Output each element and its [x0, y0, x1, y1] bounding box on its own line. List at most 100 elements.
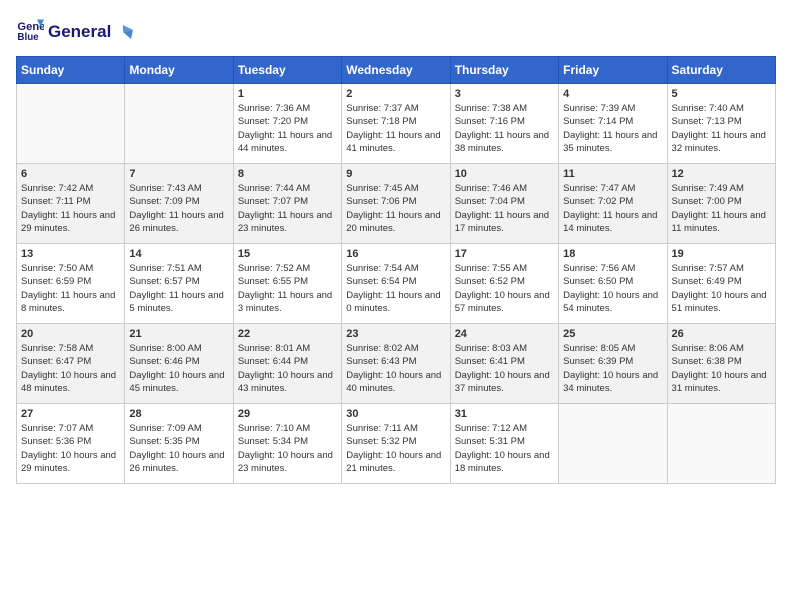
daylight-text: Daylight: 10 hours and 21 minutes. [346, 450, 441, 474]
day-info: Sunrise: 7:10 AMSunset: 5:34 PMDaylight:… [238, 422, 337, 475]
day-info: Sunrise: 8:01 AMSunset: 6:44 PMDaylight:… [238, 342, 337, 395]
daylight-text: Daylight: 11 hours and 32 minutes. [672, 130, 766, 154]
logo-bird-icon [113, 25, 133, 39]
day-number: 18 [563, 248, 662, 260]
sunrise-text: Sunrise: 7:47 AM [563, 183, 635, 194]
calendar-cell: 28 Sunrise: 7:09 AM Sunset: 5:35 PM Dayligh… [125, 404, 233, 484]
calendar-cell: 13Sunrise: 7:50 AMSunset: 6:59 PMDayligh… [17, 244, 125, 324]
day-info: Sunrise: 7:44 AMSunset: 7:07 PMDaylight:… [238, 182, 337, 235]
day-info: Sunrise: 7:47 AMSunset: 7:02 PMDaylight:… [563, 182, 662, 235]
daylight-text: Daylight: 10 hours and 23 minutes. [238, 450, 333, 474]
daylight-text: Daylight: 10 hours and 57 minutes. [455, 290, 550, 314]
sunset-text: Sunset: 7:14 PM [563, 116, 633, 127]
day-info: Sunrise: 8:03 AMSunset: 6:41 PMDaylight:… [455, 342, 554, 395]
sunset-text: Sunset: 6:39 PM [563, 356, 633, 367]
sunrise-text: Sunrise: 8:06 AM [672, 343, 744, 354]
sunrise-text: Sunrise: 7:50 AM [21, 263, 93, 274]
daylight-text: Daylight: 10 hours and 48 minutes. [21, 370, 116, 394]
calendar-cell: 14Sunrise: 7:51 AMSunset: 6:57 PMDayligh… [125, 244, 233, 324]
daylight-text: Daylight: 10 hours and 18 minutes. [455, 450, 550, 474]
sunset-text: Sunset: 6:38 PM [672, 356, 742, 367]
sunset-text: Sunset: 7:13 PM [672, 116, 742, 127]
daylight-text: Daylight: 11 hours and 29 minutes. [21, 210, 115, 234]
sunset-text: Sunset: 6:54 PM [346, 276, 416, 287]
day-info: Sunrise: 7:45 AMSunset: 7:06 PMDaylight:… [346, 182, 445, 235]
calendar-cell: 27 Sunrise: 7:07 AMSunset: 5:36 PMDayligh… [17, 404, 125, 484]
sunrise-text: Sunrise: 7:42 AM [21, 183, 93, 194]
calendar-cell: 5Sunrise: 7:40 AMSunset: 7:13 PMDaylight… [667, 84, 775, 164]
day-number: 15 [238, 248, 337, 260]
column-header-wednesday: Wednesday [342, 57, 450, 84]
day-info: Sunrise: 8:02 AMSunset: 6:43 PMDaylight:… [346, 342, 445, 395]
sunset-text: Sunset: 7:07 PM [238, 196, 308, 207]
sunrise-text: Sunrise: 8:03 AM [455, 343, 527, 354]
day-number: 3 [455, 88, 554, 100]
calendar-week-2: 6Sunrise: 7:42 AMSunset: 7:11 PMDaylight… [17, 164, 776, 244]
day-number: 27 [21, 408, 120, 420]
sunrise-text: Sunrise: 7:09 AM [129, 423, 201, 434]
daylight-text: Daylight: 10 hours and 26 minutes. [129, 450, 224, 474]
daylight-text: Daylight: 11 hours and 35 minutes. [563, 130, 657, 154]
day-number: 19 [672, 248, 771, 260]
sunset-text: Sunset: 6:47 PM [21, 356, 91, 367]
day-info: Sunrise: 7:43 AMSunset: 7:09 PMDaylight:… [129, 182, 228, 235]
sunrise-text: Sunrise: 7:07 AM [21, 423, 93, 434]
day-info: Sunrise: 7:56 AMSunset: 6:50 PMDaylight:… [563, 262, 662, 315]
sunrise-text: Sunrise: 7:40 AM [672, 103, 744, 114]
sunrise-text: Sunrise: 8:02 AM [346, 343, 418, 354]
day-info: Sunrise: 7:09 AM Sunset: 5:35 PM Daylight:… [129, 422, 228, 475]
daylight-text: Daylight: 11 hours and 11 minutes. [672, 210, 766, 234]
day-info: Sunrise: 8:00 AMSunset: 6:46 PMDaylight:… [129, 342, 228, 395]
day-number: 28 [129, 408, 228, 420]
calendar-cell: 22Sunrise: 8:01 AMSunset: 6:44 PMDayligh… [233, 324, 341, 404]
sunrise-text: Sunrise: 7:37 AM [346, 103, 418, 114]
day-info: Sunrise: 7:39 AMSunset: 7:14 PMDaylight:… [563, 102, 662, 155]
day-number: 17 [455, 248, 554, 260]
day-info: Sunrise: 7:12 AMSunset: 5:31 PMDaylight:… [455, 422, 554, 475]
day-info: Sunrise: 7:07 AMSunset: 5:36 PMDaylight:… [21, 422, 120, 475]
calendar-cell: 20 Sunrise: 7:58 AM Sunset: 6:47 PM Dayligh… [17, 324, 125, 404]
sunset-text: Sunset: 6:55 PM [238, 276, 308, 287]
calendar-cell: 21Sunrise: 8:00 AMSunset: 6:46 PMDayligh… [125, 324, 233, 404]
daylight-text: Daylight: 10 hours and 37 minutes. [455, 370, 550, 394]
day-number: 10 [455, 168, 554, 180]
calendar-cell: 1Sunrise: 7:36 AMSunset: 7:20 PMDaylight… [233, 84, 341, 164]
calendar-cell: 2Sunrise: 7:37 AMSunset: 7:18 PMDaylight… [342, 84, 450, 164]
sunset-text: Sunset: 7:06 PM [346, 196, 416, 207]
sunset-text: Sunset: 5:34 PM [238, 436, 308, 447]
day-number: 13 [21, 248, 120, 260]
column-header-thursday: Thursday [450, 57, 558, 84]
sunset-text: Sunset: 5:35 PM [129, 436, 199, 447]
daylight-text: Daylight: 10 hours and 43 minutes. [238, 370, 333, 394]
day-info: Sunrise: 7:49 AMSunset: 7:00 PMDaylight:… [672, 182, 771, 235]
day-number: 25 [563, 328, 662, 340]
sunrise-text: Sunrise: 7:55 AM [455, 263, 527, 274]
sunrise-text: Sunrise: 8:01 AM [238, 343, 310, 354]
sunset-text: Sunset: 6:49 PM [672, 276, 742, 287]
sunset-text: Sunset: 5:31 PM [455, 436, 525, 447]
day-info: Sunrise: 7:52 AMSunset: 6:55 PMDaylight:… [238, 262, 337, 315]
day-number: 20 [21, 328, 120, 340]
calendar-cell: 3Sunrise: 7:38 AMSunset: 7:16 PMDaylight… [450, 84, 558, 164]
daylight-text: Daylight: 11 hours and 44 minutes. [238, 130, 332, 154]
sunset-text: Sunset: 7:11 PM [21, 196, 91, 207]
sunrise-text: Sunrise: 7:58 AM [21, 343, 93, 354]
sunrise-text: Sunrise: 7:56 AM [563, 263, 635, 274]
svg-text:Blue: Blue [17, 32, 39, 43]
daylight-text: Daylight: 10 hours and 40 minutes. [346, 370, 441, 394]
calendar-cell: 24Sunrise: 8:03 AMSunset: 6:41 PMDayligh… [450, 324, 558, 404]
day-number: 2 [346, 88, 445, 100]
daylight-text: Daylight: 11 hours and 3 minutes. [238, 290, 332, 314]
logo-icon: General Blue [16, 16, 44, 44]
day-number: 1 [238, 88, 337, 100]
day-info: Sunrise: 7:55 AMSunset: 6:52 PMDaylight:… [455, 262, 554, 315]
day-number: 26 [672, 328, 771, 340]
day-info: Sunrise: 7:51 AMSunset: 6:57 PMDaylight:… [129, 262, 228, 315]
day-info: Sunrise: 7:46 AMSunset: 7:04 PMDaylight:… [455, 182, 554, 235]
calendar-cell: 9Sunrise: 7:45 AMSunset: 7:06 PMDaylight… [342, 164, 450, 244]
daylight-text: Daylight: 11 hours and 5 minutes. [129, 290, 223, 314]
day-info: Sunrise: 7:40 AM Sunset: 7:13 PM Daylight:… [672, 102, 771, 155]
sunrise-text: Sunrise: 8:05 AM [563, 343, 635, 354]
calendar-cell: 26Sunrise: 8:06 AMSunset: 6:38 PMDayligh… [667, 324, 775, 404]
logo: General Blue General [16, 16, 133, 44]
